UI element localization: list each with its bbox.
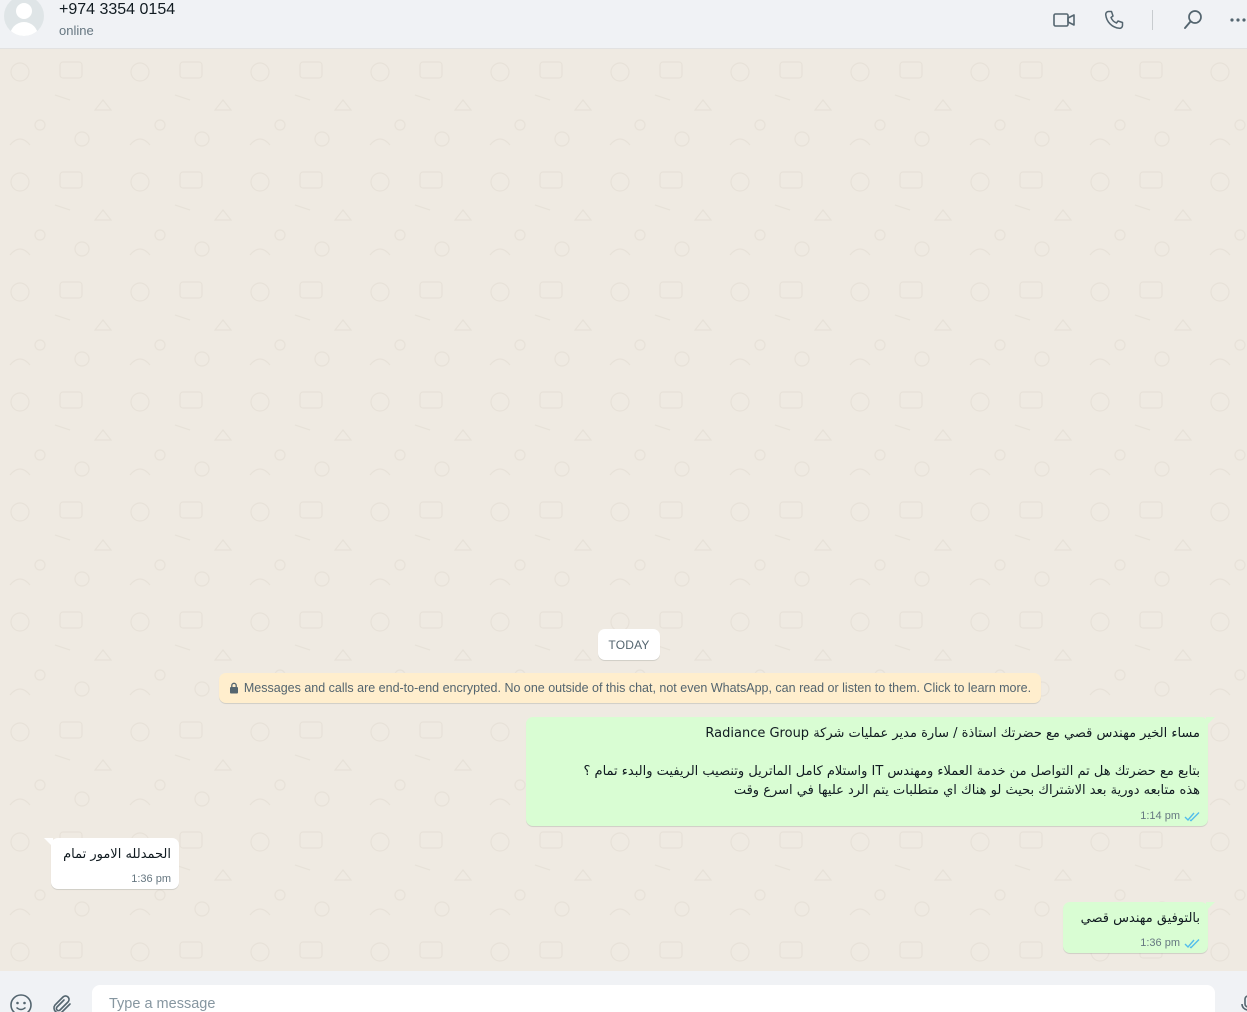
avatar-body xyxy=(10,22,38,36)
bubble-tail xyxy=(44,838,53,847)
lock-icon xyxy=(229,682,238,694)
contact-status: online xyxy=(59,23,94,38)
message-text: مساء الخير مهندس قصي مع حضرتك استاذة / س… xyxy=(583,726,1201,798)
message-outgoing[interactable]: مساء الخير مهندس قصي مع حضرتك استاذة / س… xyxy=(526,717,1215,826)
search-icon[interactable] xyxy=(1181,8,1205,32)
message-time: 1:14 pm xyxy=(1140,810,1180,822)
message-composer: Type a message xyxy=(0,971,1247,1012)
message-outgoing[interactable]: بالتوفيق مهندس قصي 1:36 pm xyxy=(1063,902,1215,953)
read-receipt-icon xyxy=(1184,811,1200,821)
bubble-tail xyxy=(1206,717,1215,726)
message-input[interactable]: Type a message xyxy=(92,985,1215,1012)
encryption-notice[interactable]: Messages and calls are end-to-end encryp… xyxy=(219,673,1041,703)
read-receipt-icon xyxy=(1184,938,1200,948)
date-separator: TODAY xyxy=(598,629,660,660)
menu-icon[interactable] xyxy=(1229,8,1247,32)
message-time: 1:36 pm xyxy=(131,873,171,885)
bubble-tail xyxy=(1206,902,1215,911)
message-time: 1:36 pm xyxy=(1140,937,1180,949)
chat-header: +974 3354 0154 online xyxy=(0,0,1247,49)
encryption-notice-text: Messages and calls are end-to-end encryp… xyxy=(243,681,1032,695)
message-meta: 1:36 pm xyxy=(131,873,171,885)
attach-icon[interactable] xyxy=(50,993,74,1012)
video-call-icon[interactable] xyxy=(1052,8,1076,32)
voice-call-icon[interactable] xyxy=(1102,8,1126,32)
mic-icon[interactable] xyxy=(1236,993,1247,1012)
message-meta: 1:36 pm xyxy=(1140,937,1200,949)
contact-name[interactable]: +974 3354 0154 xyxy=(59,1,175,19)
message-text: الحمدلله الامور تمام xyxy=(63,847,171,862)
message-incoming[interactable]: الحمدلله الامور تمام 1:36 pm xyxy=(44,838,179,889)
message-text: بالتوفيق مهندس قصي xyxy=(1080,911,1200,926)
chat-area[interactable]: TODAY Messages and calls are end-to-end … xyxy=(0,50,1247,971)
header-divider xyxy=(1152,10,1153,30)
emoji-icon[interactable] xyxy=(9,993,33,1012)
avatar-head xyxy=(16,3,32,19)
message-meta: 1:14 pm xyxy=(1140,810,1200,822)
avatar[interactable] xyxy=(4,0,44,36)
chat-wallpaper xyxy=(0,50,1247,971)
